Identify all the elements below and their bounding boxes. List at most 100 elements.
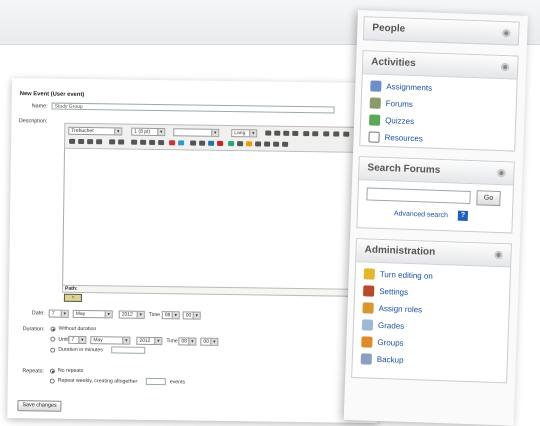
chevron-down-icon: ▼	[136, 311, 144, 318]
date-year-select[interactable]: 2012 ▼	[118, 310, 145, 319]
justify-icon[interactable]	[96, 139, 103, 145]
until-label: Until	[58, 336, 69, 343]
lang-select[interactable]: Lang ▼	[231, 129, 258, 138]
duration-minutes-radio[interactable]	[50, 347, 56, 353]
until-year-select[interactable]: 2012 ▼	[136, 336, 163, 346]
date-day-select[interactable]: 7 ▼	[48, 309, 69, 318]
table-icon[interactable]	[237, 141, 244, 147]
time-label: Time	[148, 311, 161, 319]
resource-icon	[368, 131, 380, 143]
administration-block: Administration Turn editing on Settings …	[351, 238, 512, 384]
duration-minutes-input[interactable]	[111, 346, 146, 354]
chevron-down-icon: ▼	[157, 129, 165, 136]
text-color-icon[interactable]	[169, 140, 176, 146]
name-label: Name:	[31, 103, 48, 110]
time-hour-select[interactable]: 08 ▼	[161, 311, 180, 320]
people-block-header[interactable]: People	[363, 17, 519, 46]
event-form: New Event (User event) Name: Study Group…	[7, 78, 382, 424]
settings-icon	[363, 285, 375, 297]
font-family-select[interactable]: Trebuchet ▼	[68, 126, 123, 136]
help-icon[interactable]: ?	[457, 210, 469, 221]
activities-block: Activities Assignments Forums Quizzes Re…	[359, 50, 519, 152]
description-editor[interactable]	[62, 148, 376, 292]
undo-icon[interactable]	[333, 131, 340, 137]
form-title: New Event (User event)	[19, 91, 85, 99]
repeats-label: Repeats:	[22, 368, 44, 375]
format-select[interactable]: ▼	[173, 128, 220, 137]
no-repeats-radio[interactable]	[49, 368, 55, 374]
chevron-down-icon: ▼	[104, 311, 112, 318]
underline-icon[interactable]	[283, 130, 290, 136]
until-month-select[interactable]: May ▼	[90, 336, 131, 345]
ltr-icon[interactable]	[109, 139, 116, 145]
font-size-select[interactable]: 1 (8 pt) ▼	[131, 127, 166, 137]
until-hour-select[interactable]: 08 ▼	[178, 337, 197, 346]
anchor-icon[interactable]	[199, 140, 206, 146]
subscript-icon[interactable]	[303, 131, 310, 137]
spellcheck-icon[interactable]	[264, 141, 271, 147]
chevron-down-icon: ▼	[249, 130, 257, 137]
html-source-icon[interactable]	[273, 141, 280, 147]
fullscreen-icon[interactable]	[282, 141, 289, 147]
chevron-down-icon: ▼	[188, 338, 196, 345]
link-icon[interactable]	[208, 140, 215, 146]
pencil-icon	[363, 268, 375, 280]
align-center-icon[interactable]	[78, 138, 85, 145]
search-forums-block-header[interactable]: Search Forums	[359, 157, 514, 186]
editor-help-button[interactable]: ?	[63, 293, 82, 302]
bg-color-icon[interactable]	[178, 140, 185, 146]
special-char-icon[interactable]	[255, 141, 262, 147]
date-month-select[interactable]: May ▼	[72, 309, 113, 319]
smiley-icon[interactable]	[246, 141, 253, 147]
without-duration-label: Without duration	[58, 325, 97, 333]
align-right-icon[interactable]	[87, 139, 94, 145]
italic-icon[interactable]	[274, 130, 281, 136]
unlink-icon[interactable]	[217, 140, 224, 146]
backup-icon	[360, 353, 373, 365]
duration-minutes-label: Duration in minutes	[58, 346, 103, 354]
search-forums-block: Search Forums Go Advanced search ?	[356, 156, 515, 234]
block-toggle-icon[interactable]	[494, 250, 503, 260]
without-duration-radio[interactable]	[50, 326, 56, 332]
ordered-list-icon[interactable]	[131, 139, 138, 145]
outdent-icon[interactable]	[149, 139, 156, 146]
date-label: Date:	[31, 310, 45, 317]
bold-icon[interactable]	[265, 130, 272, 136]
block-title: Administration	[364, 244, 436, 258]
chevron-down-icon: ▼	[122, 337, 130, 344]
name-input[interactable]: Study Group	[51, 102, 335, 114]
until-minute-select[interactable]: 00 ▼	[200, 337, 219, 346]
time-minute-select[interactable]: 00 ▼	[182, 311, 201, 320]
block-toggle-icon[interactable]	[497, 168, 506, 178]
chevron-down-icon: ▼	[211, 129, 219, 136]
indent-icon[interactable]	[158, 140, 165, 146]
repeat-count-input[interactable]	[145, 377, 166, 386]
chevron-down-icon: ▼	[154, 338, 162, 345]
block-toggle-icon[interactable]	[502, 29, 511, 38]
superscript-icon[interactable]	[312, 131, 319, 137]
no-repeats-label: No repeats	[57, 367, 84, 375]
hr-icon[interactable]	[190, 140, 197, 146]
chevron-down-icon: ▼	[78, 336, 86, 344]
save-changes-button[interactable]: Save changes	[17, 400, 62, 412]
redo-icon[interactable]	[343, 131, 350, 137]
strike-icon[interactable]	[292, 130, 299, 137]
until-radio[interactable]	[50, 336, 56, 342]
repeat-weekly-radio[interactable]	[49, 378, 55, 384]
block-title: People	[372, 22, 406, 35]
duration-label: Duration:	[22, 326, 45, 333]
unordered-list-icon[interactable]	[140, 139, 147, 145]
go-button[interactable]: Go	[476, 190, 501, 207]
events-label: events	[169, 379, 186, 386]
forum-search-input[interactable]	[366, 187, 471, 205]
description-label: Description:	[18, 118, 48, 125]
clean-icon[interactable]	[323, 131, 330, 137]
advanced-search-link[interactable]: Advanced search	[394, 210, 448, 219]
until-day-select[interactable]: 7 ▼	[68, 335, 87, 345]
image-icon[interactable]	[228, 141, 235, 147]
block-toggle-icon[interactable]	[500, 63, 510, 72]
rtl-icon[interactable]	[118, 139, 125, 145]
repeat-weekly-label: Repeat weekly, creating altogether	[57, 377, 138, 385]
align-left-icon[interactable]	[69, 138, 76, 144]
roles-icon	[362, 302, 374, 314]
